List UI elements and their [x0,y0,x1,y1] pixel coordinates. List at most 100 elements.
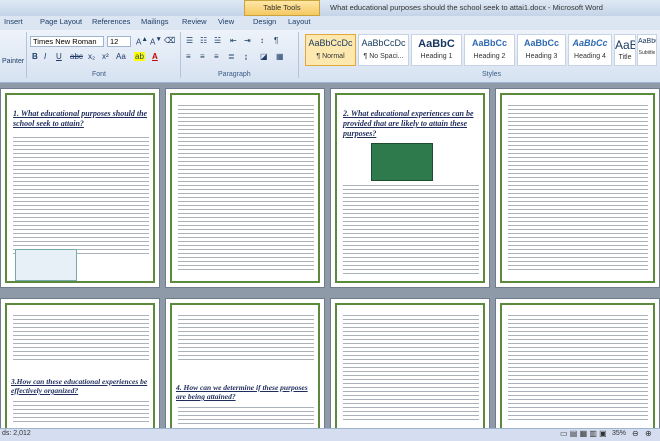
strikethrough-icon[interactable]: abc [70,52,83,61]
tab-references[interactable]: References [92,17,130,26]
page-heading: 1. What educational purposes should the … [13,109,148,128]
view-buttons-icon[interactable]: ▭ ▤ ▦ ▥ ▣ [560,429,607,438]
font-size-combo[interactable]: 12 [107,36,131,47]
show-marks-icon[interactable]: ¶ [274,36,278,45]
paragraph-group-label: Paragraph [218,71,251,78]
style-preview: AaBbCc [572,38,608,48]
justify-icon[interactable]: ≣ [228,52,235,61]
style-heading-3[interactable]: AaBbCc Heading 3 [517,34,566,66]
style-subtitle[interactable]: AaBbCc Subtitle [637,34,657,66]
tab-insert[interactable]: Insert [4,17,23,26]
ribbon: Painter Times New Roman 12 A▲ A▼ ⌫ B I U… [0,30,660,83]
style-name: Subtitle [638,50,656,56]
bullets-icon[interactable]: ☰ [186,36,193,45]
page-text-block [178,313,314,363]
word-count[interactable]: ds: 2,012 [2,430,31,437]
align-left-icon[interactable]: ≡ [186,52,191,61]
align-center-icon[interactable]: ≡ [200,52,205,61]
page-text-block [508,103,648,273]
multilevel-list-icon[interactable]: ☱ [214,36,221,45]
cartoon-image [15,249,77,281]
page-heading: 2. What educational experiences can be p… [343,109,474,138]
line-spacing-icon[interactable]: ↨ [244,52,248,61]
page-text-block [13,399,149,425]
style-preview: AaBbCc [471,38,507,48]
clear-format-icon[interactable]: ⌫ [164,36,175,45]
table-tools-label: Table Tools [263,3,301,12]
ribbon-separator [26,32,27,78]
underline-icon[interactable]: U [56,52,62,61]
bold-icon[interactable]: B [32,52,38,61]
ribbon-separator [180,32,181,78]
page-2 [165,88,325,288]
document-area[interactable]: 1. What educational purposes should the … [0,83,660,428]
table-tools-context: Table Tools [244,0,320,16]
tab-design[interactable]: Design [253,17,276,26]
style-preview: AaBbCcDc [361,38,406,48]
sort-icon[interactable]: ↕ [260,36,264,45]
borders-icon[interactable]: ▦ [276,52,284,61]
style-name: ¶ No Spaci... [363,53,404,60]
style-preview: AaBbCcDc [308,38,353,48]
style-no-spacing[interactable]: AaBbCcDc ¶ No Spaci... [358,34,409,66]
shrink-font-icon[interactable]: A▼ [150,36,162,47]
increase-indent-icon[interactable]: ⇥ [244,36,251,45]
style-heading-2[interactable]: AaBbCc Heading 2 [464,34,515,66]
text-effects-icon[interactable]: Aa [116,52,126,61]
page-4 [495,88,660,288]
font-color-icon[interactable]: A [152,52,158,61]
style-name: Heading 2 [473,53,506,60]
style-preview: AaBbCc [523,38,559,48]
page-3: 2. What educational experiences can be p… [330,88,490,288]
page-text-block [13,313,149,363]
page-text-block [343,313,479,423]
style-normal[interactable]: AaBbCcDc ¶ Normal [305,34,356,66]
style-preview: AaB [615,38,635,52]
decrease-indent-icon[interactable]: ⇤ [230,36,237,45]
align-right-icon[interactable]: ≡ [214,52,219,61]
zoom-level[interactable]: 35% [612,430,626,437]
page-text-block [13,135,149,255]
style-name: Heading 3 [525,53,558,60]
style-heading-1[interactable]: AaBbC Heading 1 [411,34,462,66]
title-bar: What educational purposes should the sch… [0,0,660,16]
page-6: 4. How can we determine if these purpose… [165,298,325,428]
style-title[interactable]: AaB Title [614,34,636,66]
ribbon-tabs: Insert Page Layout References Mailings R… [0,16,660,46]
grow-font-icon[interactable]: A▲ [136,36,148,47]
window-title: What educational purposes should the sch… [330,3,603,12]
zoom-in-icon[interactable]: ⊕ [645,429,652,438]
format-painter-label[interactable]: Painter [2,58,24,65]
shading-icon[interactable]: ◪ [260,52,268,61]
styles-group-label: Styles [482,71,502,78]
superscript-icon[interactable]: x² [102,52,109,61]
ribbon-separator [298,32,299,78]
subscript-icon[interactable]: x₂ [88,52,95,61]
style-preview: AaBbC [418,38,455,50]
tab-page-layout[interactable]: Page Layout [40,17,82,26]
style-name: Heading 1 [420,53,453,60]
tab-view[interactable]: View [218,17,234,26]
style-name: Heading 4 [574,53,606,60]
style-preview: AaBbCc [638,38,656,45]
style-heading-4[interactable]: AaBbCc Heading 4 [568,34,612,66]
road-sign-image [371,143,433,181]
highlight-icon[interactable]: ab [134,52,145,61]
page-heading: 3.How can these educational experiences … [11,377,148,395]
font-name-combo[interactable]: Times New Roman [30,36,104,47]
style-name: ¶ Normal [316,53,345,60]
zoom-out-icon[interactable]: ⊖ [632,429,639,438]
page-text-block [178,103,314,273]
page-text-block [343,183,479,277]
font-group-label: Font [92,71,107,78]
page-5: 3.How can these educational experiences … [0,298,160,428]
tab-mailings[interactable]: Mailings [141,17,169,26]
page-1: 1. What educational purposes should the … [0,88,160,288]
tab-layout[interactable]: Layout [288,17,311,26]
page-8 [495,298,660,428]
tab-review[interactable]: Review [182,17,207,26]
status-bar: ds: 2,012 ▭ ▤ ▦ ▥ ▣ 35% ⊖ ⊕ [0,428,660,441]
numbering-icon[interactable]: ☷ [200,36,207,45]
page-text-block [508,313,648,423]
italic-icon[interactable]: I [44,52,46,61]
